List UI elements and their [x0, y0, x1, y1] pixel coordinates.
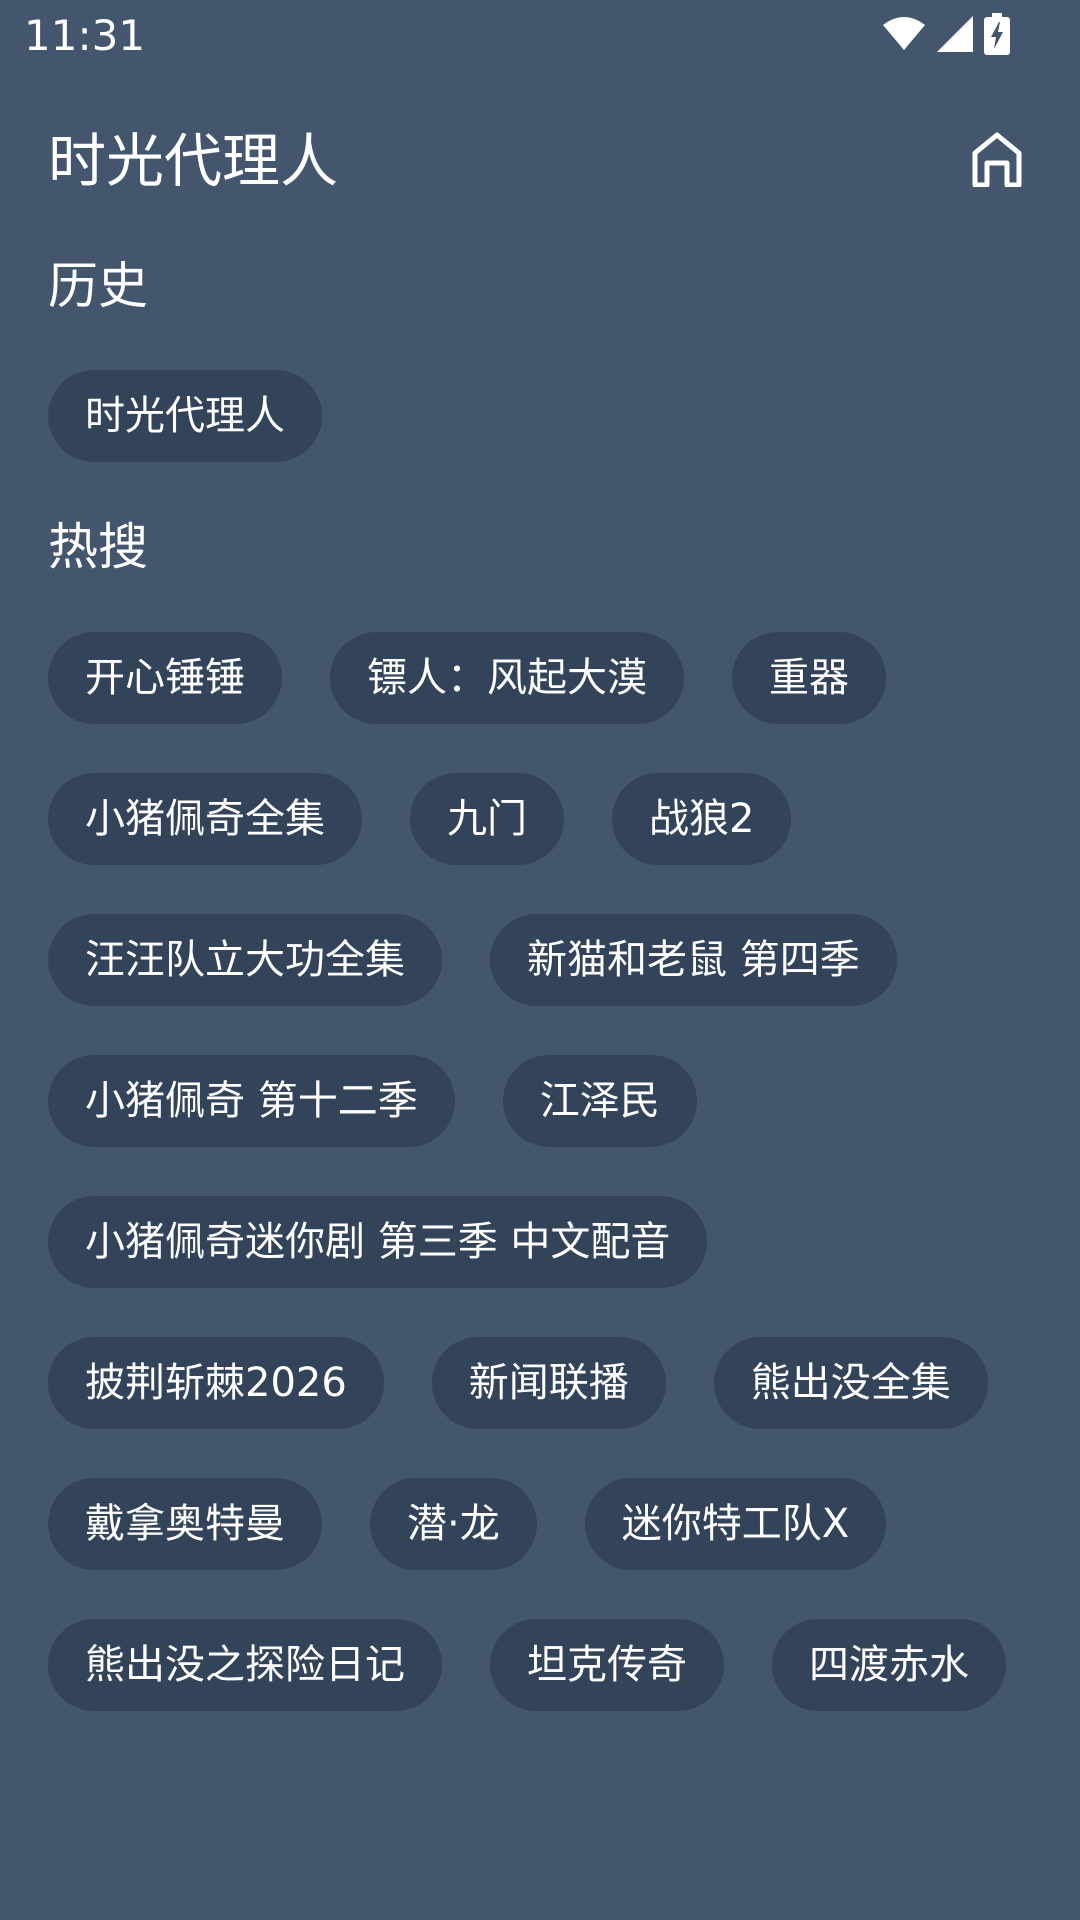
hot-search-chip[interactable]: 镖人：风起大漠: [330, 632, 684, 724]
hot-search-chip[interactable]: 坦克传奇: [490, 1619, 724, 1711]
battery-charging-icon: [984, 13, 1010, 55]
hot-search-chip[interactable]: 披荆斩棘2026: [48, 1337, 384, 1429]
hot-search-chip[interactable]: 熊出没之探险日记: [48, 1619, 442, 1711]
home-button[interactable]: [964, 128, 1030, 194]
hot-search-chip[interactable]: 迷你特工队X: [584, 1478, 887, 1570]
status-time: 11:31: [24, 11, 146, 60]
cellular-signal-icon: [936, 15, 974, 53]
hot-search-chip-group: 开心锤锤 镖人：风起大漠 重器 小猪佩奇全集 九门 战狼2 汪汪队立大功全集 新…: [48, 632, 1048, 1711]
hot-search-chip[interactable]: 战狼2: [612, 773, 792, 865]
status-icons: [882, 13, 1010, 55]
hot-search-chip[interactable]: 开心锤锤: [48, 632, 282, 724]
app-header: 时光代理人: [0, 110, 1080, 210]
hot-search-chip[interactable]: 潜·龙: [370, 1478, 537, 1570]
hot-search-chip[interactable]: 九门: [410, 773, 564, 865]
hot-search-chip[interactable]: 汪汪队立大功全集: [48, 914, 442, 1006]
history-chip-group: 时光代理人: [48, 370, 1048, 462]
page-title: 时光代理人: [48, 127, 339, 195]
hot-search-chip[interactable]: 小猪佩奇全集: [48, 773, 362, 865]
hot-search-chip[interactable]: 戴拿奥特曼: [48, 1478, 322, 1570]
status-bar: 11:31: [0, 0, 1080, 72]
hot-search-chip[interactable]: 熊出没全集: [713, 1337, 988, 1429]
hot-search-chip[interactable]: 新猫和老鼠 第四季: [490, 914, 897, 1006]
history-chip[interactable]: 时光代理人: [48, 370, 322, 462]
hot-search-chip[interactable]: 江泽民: [502, 1055, 697, 1147]
wifi-icon: [882, 16, 926, 52]
hot-search-chip[interactable]: 新闻联播: [431, 1337, 666, 1429]
hot-search-chip[interactable]: 四渡赤水: [772, 1619, 1006, 1711]
hot-search-heading: 热搜: [48, 518, 148, 576]
home-icon: [969, 131, 1025, 191]
history-heading: 历史: [48, 257, 148, 315]
hot-search-chip[interactable]: 小猪佩奇 第十二季: [48, 1055, 455, 1147]
hot-search-chip[interactable]: 重器: [732, 632, 886, 724]
hot-search-chip[interactable]: 小猪佩奇迷你剧 第三季 中文配音: [48, 1196, 708, 1288]
